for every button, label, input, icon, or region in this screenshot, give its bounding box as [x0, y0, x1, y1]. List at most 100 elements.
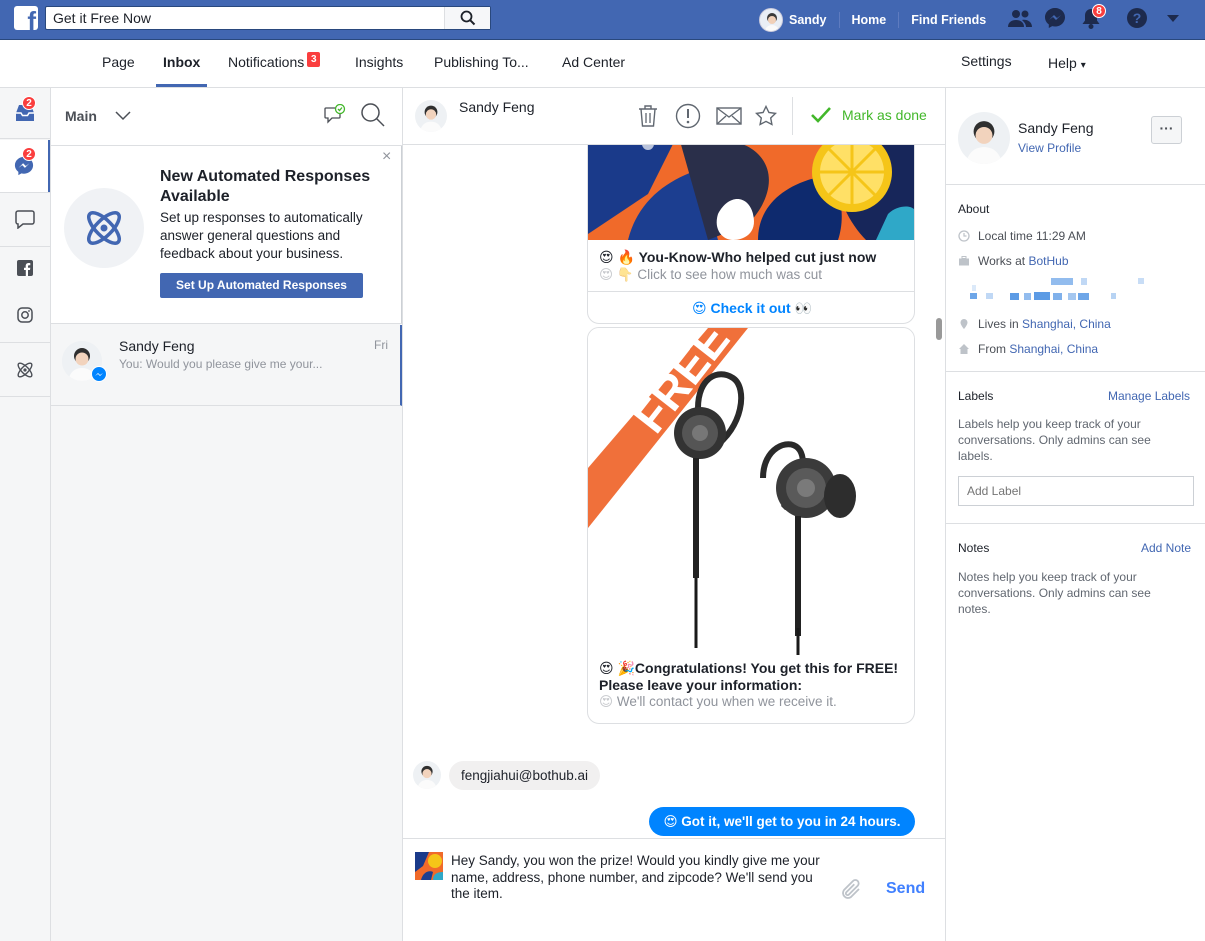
more-options-button[interactable]: ··· [1151, 116, 1182, 144]
send-button[interactable]: Send [886, 880, 925, 898]
composer: Hey Sandy, you won the prize! Would you … [403, 838, 945, 941]
search-box [45, 6, 491, 30]
search-icon[interactable] [360, 102, 386, 128]
message-thread[interactable]: 😍 🔥 You-Know-Who helped cut just now 😍 👇… [403, 145, 945, 838]
close-icon[interactable]: × [382, 148, 391, 166]
card-subtitle: Click to see how much was cut [637, 267, 822, 282]
message-input-text: Hey Sandy, you won the prize! Would you … [451, 853, 820, 901]
card-title: You-Know-Who helped cut just now [638, 249, 877, 265]
avatar [415, 100, 447, 132]
help-icon[interactable]: ? [1126, 7, 1148, 29]
card-title: Congratulations! You get this for FREE! … [599, 660, 899, 693]
contact-header: Sandy Feng View Profile ··· [946, 88, 1205, 185]
rail-comments[interactable] [0, 193, 50, 245]
chat-header: Sandy Feng Mark as done [403, 88, 945, 145]
mark-as-done-button[interactable]: Mark as done [810, 106, 927, 124]
automated-responses-promo: × New Automated Responses Available Set … [51, 146, 402, 324]
promo-body: Set up responses to automatically answer… [160, 210, 363, 261]
tab-help[interactable]: Help ▾ [1048, 40, 1086, 87]
comment-icon [15, 210, 35, 229]
trash-icon[interactable] [637, 104, 659, 128]
page-avatar [415, 852, 443, 880]
card-subtitle-emoji: 😍 [599, 694, 614, 709]
works-at-link[interactable]: BotHub [1028, 254, 1068, 268]
facebook-top-bar: f Sandy Home Find Friends 8 ? [0, 0, 1205, 40]
messenger-icon[interactable] [1044, 7, 1066, 29]
friends-icon[interactable] [1008, 8, 1032, 30]
nav-find-friends[interactable]: Find Friends [911, 13, 986, 27]
labels-heading: Labels [958, 389, 994, 403]
messenger-icon [91, 366, 107, 382]
card-title-emoji: 😍 🔥 [599, 249, 635, 265]
pin-icon [960, 319, 968, 329]
contact-info-panel: Sandy Feng View Profile ··· About Local … [946, 88, 1205, 941]
nav-home[interactable]: Home [852, 13, 887, 27]
chat-panel: Sandy Feng Mark as done 😍 🔥 You-Know-Who… [403, 88, 946, 941]
chat-contact-name[interactable]: Sandy Feng [459, 99, 535, 115]
incoming-message-bubble[interactable]: fengjiahui@bothub.ai [449, 761, 601, 790]
notes-heading: Notes [958, 541, 990, 555]
conversation-list-header: Main [51, 88, 402, 146]
tab-settings[interactable]: Settings [961, 40, 1012, 87]
tab-inbox[interactable]: Inbox [156, 40, 208, 87]
rail-inbox[interactable]: 2 [0, 88, 50, 138]
tab-ad-center[interactable]: Ad Center [562, 40, 625, 87]
thread-scrollbar[interactable] [936, 318, 942, 340]
folder-label: Main [65, 108, 97, 124]
view-profile-link[interactable]: View Profile [1018, 141, 1081, 155]
setup-automated-responses-button[interactable]: Set Up Automated Responses [160, 273, 363, 298]
spam-icon[interactable] [675, 103, 701, 129]
clock-icon [958, 230, 970, 242]
avatar [958, 112, 1010, 164]
notifications-badge: 3 [307, 52, 321, 67]
notes-section: Notes Add Note Notes help you keep track… [946, 524, 1205, 634]
facebook-logo[interactable]: f [14, 6, 38, 30]
mark-all-read-icon[interactable] [324, 104, 346, 126]
rail-instagram[interactable] [0, 295, 50, 335]
lives-in-link[interactable]: Shanghai, China [1022, 317, 1111, 331]
facebook-icon [17, 260, 33, 276]
outgoing-message-text: Got it, we'll get to you in 24 hours. [681, 814, 901, 829]
incoming-message-text: fengjiahui@bothub.ai [461, 768, 589, 783]
tab-insights[interactable]: Insights [355, 40, 403, 87]
rail-automations[interactable] [0, 344, 50, 396]
check-it-out-button[interactable]: 😍 Check it out 👀 [588, 291, 914, 323]
inbox-rail: 2 2 [0, 88, 51, 941]
envelope-icon[interactable] [716, 107, 742, 125]
message-card: 😍 🔥 You-Know-Who helped cut just now 😍 👇… [587, 145, 915, 324]
about-heading: About [958, 202, 990, 216]
labels-section: Labels Manage Labels Labels help you kee… [946, 372, 1205, 524]
search-button[interactable] [444, 7, 490, 29]
instagram-icon [17, 307, 33, 323]
contact-name: Sandy Feng [1018, 120, 1094, 136]
conversation-name: Sandy Feng [119, 338, 195, 354]
profile-link[interactable]: Sandy [759, 8, 827, 32]
notification-count-badge: 8 [1092, 4, 1106, 18]
outgoing-message-bubble[interactable]: 😍 Got it, we'll get to you in 24 hours. [649, 807, 915, 836]
star-icon[interactable] [755, 105, 777, 127]
folder-dropdown[interactable]: Main [65, 108, 131, 124]
tab-page[interactable]: Page [102, 40, 135, 87]
caret-down-icon[interactable] [1166, 14, 1180, 24]
inbox-badge: 2 [22, 96, 36, 110]
promo-title: New Automated Responses Available [160, 168, 371, 205]
paperclip-icon[interactable] [840, 879, 862, 901]
tab-publishing-tools[interactable]: Publishing To... [434, 40, 529, 87]
card-title-emoji: 😍 🎉 [599, 660, 635, 676]
manage-labels-link[interactable]: Manage Labels [1108, 389, 1190, 403]
search-input[interactable] [46, 7, 446, 29]
add-label-input[interactable] [958, 476, 1194, 506]
svg-text:?: ? [1133, 10, 1142, 26]
tab-notifications[interactable]: Notifications 3 [228, 40, 321, 87]
message-input[interactable]: Hey Sandy, you won the prize! Would you … [451, 853, 821, 903]
from-link[interactable]: Shanghai, China [1009, 342, 1098, 356]
card-image: FREE [588, 328, 914, 655]
messenger-badge: 2 [22, 147, 36, 161]
add-note-link[interactable]: Add Note [1141, 541, 1191, 555]
rail-messenger[interactable]: 2 [0, 140, 50, 192]
rail-facebook[interactable] [0, 248, 50, 288]
message-emoji: 😍 [663, 814, 678, 829]
conversation-row[interactable]: Sandy Feng Fri You: Would you please giv… [51, 325, 402, 406]
avatar [413, 761, 441, 789]
conversation-time: Fri [374, 338, 388, 352]
